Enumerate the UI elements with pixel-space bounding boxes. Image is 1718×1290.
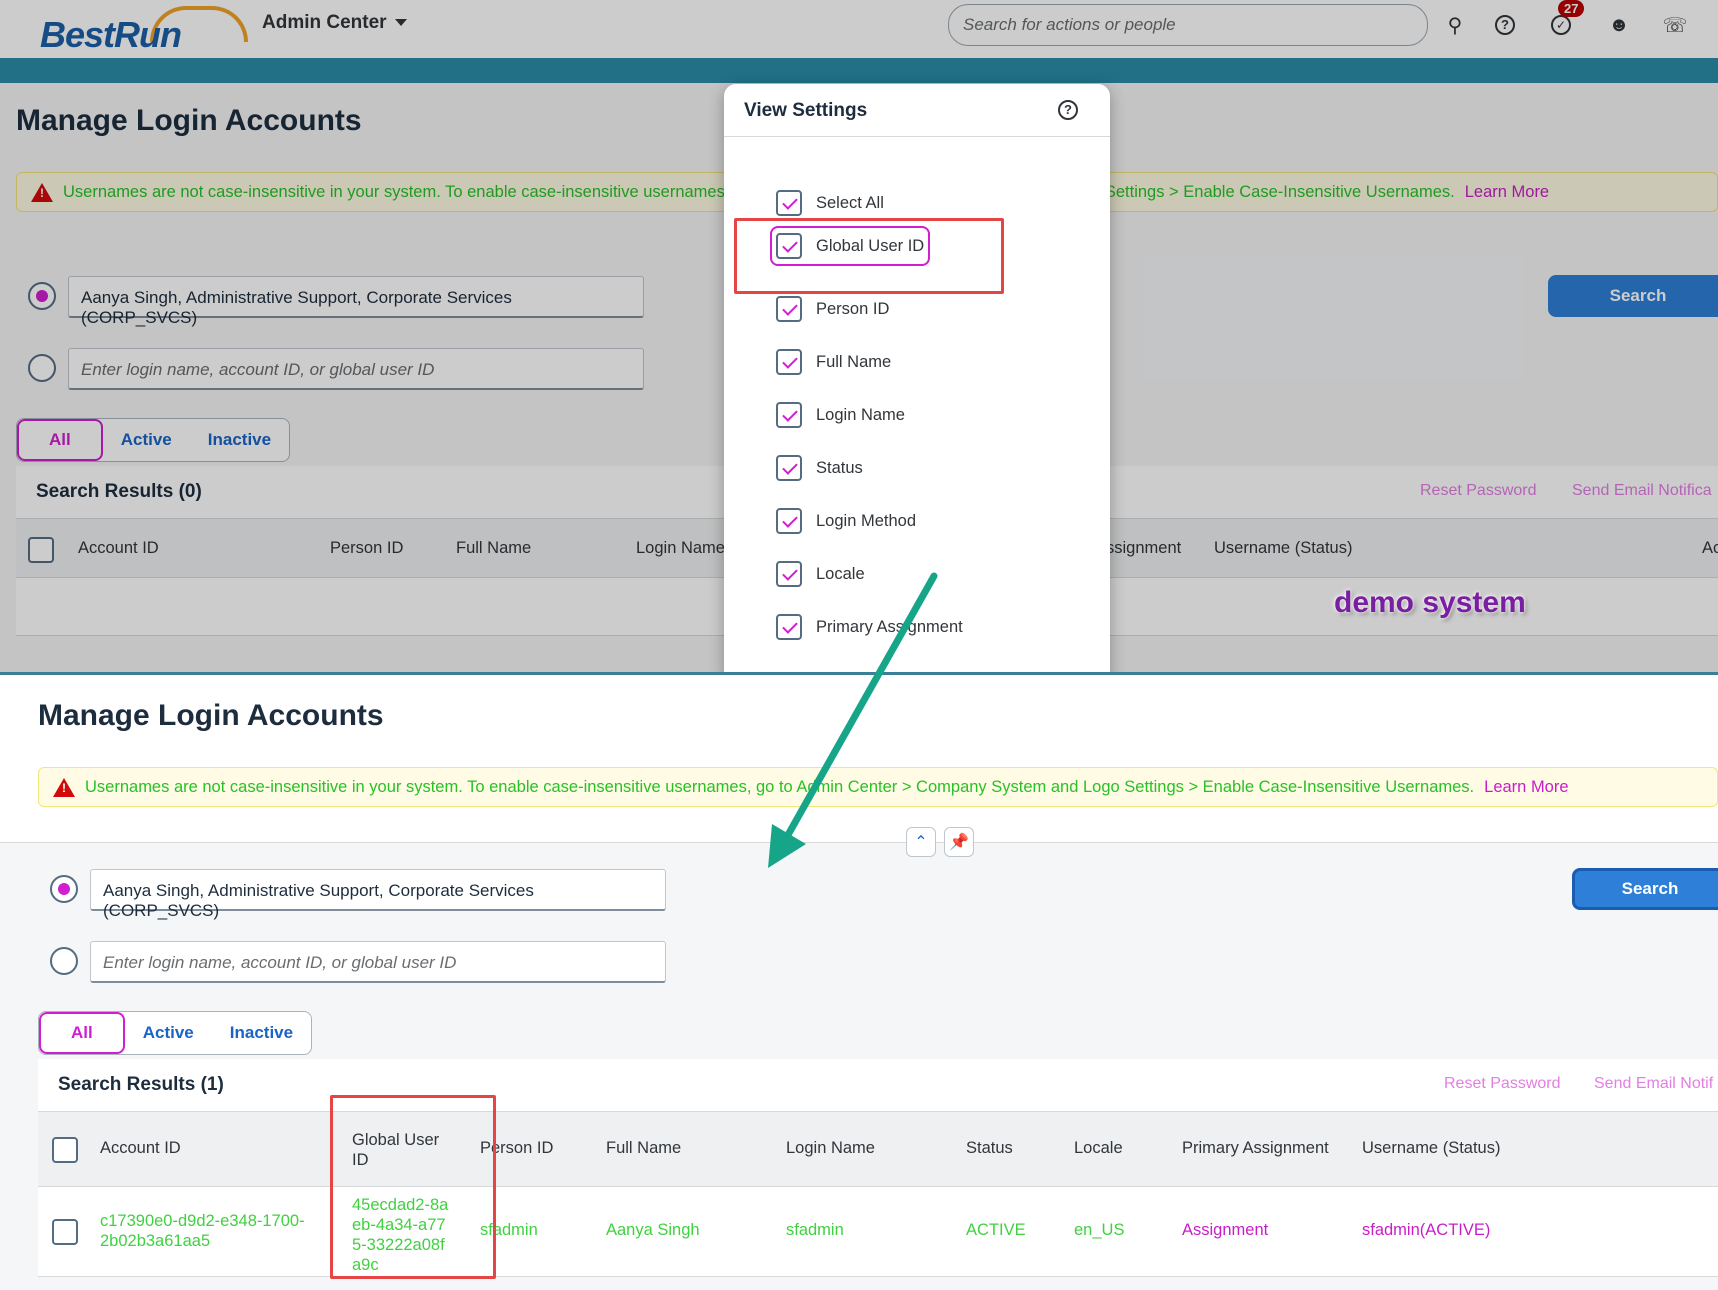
- annotation-highlight-box: [330, 1095, 496, 1279]
- table-row[interactable]: c17390e0-d9d2-e348-1700-2b02b3a61aa5 45e…: [38, 1187, 1718, 1277]
- page-header: Manage Login Accounts Usernames are not …: [0, 675, 1718, 857]
- filter-inactive[interactable]: Inactive: [212, 1012, 311, 1054]
- option-label: Primary Assignment: [816, 617, 963, 636]
- checkbox-checked[interactable]: [776, 349, 802, 375]
- option-status[interactable]: Status: [776, 455, 863, 481]
- option-label: Locale: [816, 564, 865, 583]
- cell-full-name[interactable]: Aanya Singh: [606, 1221, 700, 1240]
- warning-message: Usernames are not case-insensitive in yo…: [38, 767, 1718, 807]
- learn-more-link[interactable]: Learn More: [1484, 778, 1568, 797]
- radio-select-user[interactable]: [50, 875, 78, 903]
- annotation-highlight-box: [734, 218, 1004, 294]
- send-email-button[interactable]: Send Email Notif: [1594, 1075, 1713, 1093]
- pin-header-button[interactable]: 📌: [944, 827, 974, 857]
- checkbox-checked[interactable]: [776, 402, 802, 428]
- col-full-name[interactable]: Full Name: [606, 1139, 681, 1158]
- col-primary-assignment[interactable]: Primary Assignment: [1182, 1139, 1329, 1158]
- option-primary-assignment[interactable]: Primary Assignment: [776, 614, 963, 640]
- reset-password-button[interactable]: Reset Password: [1444, 1075, 1561, 1093]
- col-username-status[interactable]: Username (Status): [1362, 1139, 1500, 1158]
- header-controls: ⌃ 📌: [906, 827, 974, 857]
- checkbox-checked[interactable]: [776, 614, 802, 640]
- option-label: Person ID: [816, 299, 890, 318]
- option-locale[interactable]: Locale: [776, 561, 865, 587]
- radio-login-search[interactable]: [50, 947, 78, 975]
- demo-watermark: demo system: [1334, 586, 1526, 619]
- col-login-name[interactable]: Login Name: [786, 1139, 875, 1158]
- option-label: Full Name: [816, 352, 892, 371]
- cell-locale: en_US: [1074, 1221, 1125, 1239]
- option-person-id[interactable]: Person ID: [776, 296, 889, 322]
- option-label: Select All: [816, 193, 884, 212]
- option-label: Status: [816, 458, 863, 477]
- dialog-title: View Settings: [744, 100, 868, 121]
- page-title: Manage Login Accounts: [38, 699, 384, 732]
- user-picker-input[interactable]: Aanya Singh, Administrative Support, Cor…: [90, 869, 666, 920]
- cell-account-id[interactable]: c17390e0-d9d2-e348-1700-2b02b3a61aa5: [100, 1211, 320, 1251]
- results-title: Search Results (1): [58, 1074, 224, 1095]
- option-select-all[interactable]: Select All: [776, 190, 884, 216]
- col-locale[interactable]: Locale: [1074, 1139, 1123, 1158]
- checkbox-checked[interactable]: [776, 561, 802, 587]
- bottom-screenshot: Manage Login Accounts Usernames are not …: [0, 672, 1718, 1290]
- help-icon[interactable]: ?: [1058, 100, 1078, 120]
- status-filter: All Active Inactive: [38, 1011, 313, 1055]
- dialog-divider: [724, 136, 1110, 137]
- option-label: Login Name: [816, 405, 905, 424]
- checkbox-checked[interactable]: [776, 296, 802, 322]
- checkbox-checked[interactable]: [776, 190, 802, 216]
- pin-icon: 📌: [949, 834, 969, 851]
- select-all-checkbox[interactable]: [52, 1137, 78, 1163]
- top-screenshot: BestRun Admin Center Search for actions …: [0, 0, 1718, 672]
- warning-icon: [53, 778, 75, 797]
- warning-text: Usernames are not case-insensitive in yo…: [85, 777, 1475, 796]
- checkbox-checked[interactable]: [776, 455, 802, 481]
- cell-username-status[interactable]: sfadmin(ACTIVE): [1362, 1221, 1490, 1240]
- filter-active[interactable]: Active: [125, 1012, 212, 1054]
- chevron-up-icon: ⌃: [914, 834, 928, 851]
- option-login-method[interactable]: Login Method: [776, 508, 916, 534]
- view-settings-dialog: View Settings ? Select All Global User I…: [724, 84, 1110, 672]
- col-status[interactable]: Status: [966, 1139, 1013, 1158]
- option-label: Login Method: [816, 511, 916, 530]
- login-search-input[interactable]: Enter login name, account ID, or global …: [90, 941, 666, 983]
- table-header: Account ID Global User ID Person ID Full…: [38, 1111, 1718, 1187]
- search-button[interactable]: Search: [1572, 868, 1718, 910]
- collapse-header-button[interactable]: ⌃: [906, 827, 936, 857]
- option-full-name[interactable]: Full Name: [776, 349, 891, 375]
- row-checkbox[interactable]: [52, 1219, 78, 1245]
- option-login-name[interactable]: Login Name: [776, 402, 905, 428]
- cell-login-name[interactable]: sfadmin: [786, 1221, 844, 1240]
- col-account-id[interactable]: Account ID: [100, 1139, 181, 1158]
- checkbox-checked[interactable]: [776, 508, 802, 534]
- filter-all[interactable]: All: [39, 1012, 125, 1054]
- cell-primary-assignment[interactable]: Assignment: [1182, 1221, 1268, 1240]
- cell-status: ACTIVE: [966, 1221, 1026, 1239]
